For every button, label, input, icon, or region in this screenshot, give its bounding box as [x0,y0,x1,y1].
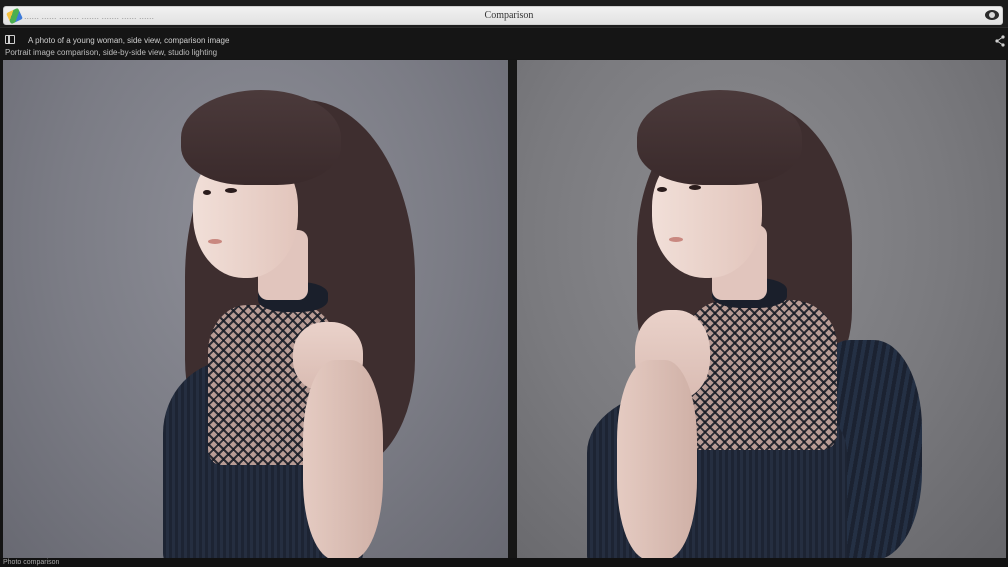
eye [689,185,701,190]
panel-divider[interactable] [508,60,517,558]
share-icon[interactable] [995,35,1005,47]
window-title: Comparison [484,10,534,21]
lips [669,237,683,242]
info-line-primary: A photo of a young woman, side view, com… [28,36,230,45]
arm [303,360,383,558]
lips [208,239,222,244]
info-bar: A photo of a young woman, side view, com… [0,29,1008,59]
info-line-secondary: Portrait image comparison, side-by-side … [5,48,218,57]
status-bar: Photo comparison [0,558,1008,567]
hair-fringe [181,90,341,185]
title-bar: ...... ...... ........ ....... ....... .… [0,0,1008,28]
eye [225,188,237,193]
arm [617,360,697,558]
hair-fringe [637,90,802,185]
image-panel-left[interactable] [3,60,508,558]
app-icon [6,7,23,25]
eye [657,187,667,192]
url-text[interactable]: ...... ...... ........ ....... ....... .… [24,10,254,22]
status-text: Photo comparison [3,559,60,566]
eye-icon[interactable] [985,10,999,20]
image-panel-right[interactable] [517,60,1006,558]
eye [203,190,211,195]
panel-toggle-icon[interactable] [5,35,15,44]
address-bar[interactable]: ...... ...... ........ ....... ....... .… [3,6,1003,25]
